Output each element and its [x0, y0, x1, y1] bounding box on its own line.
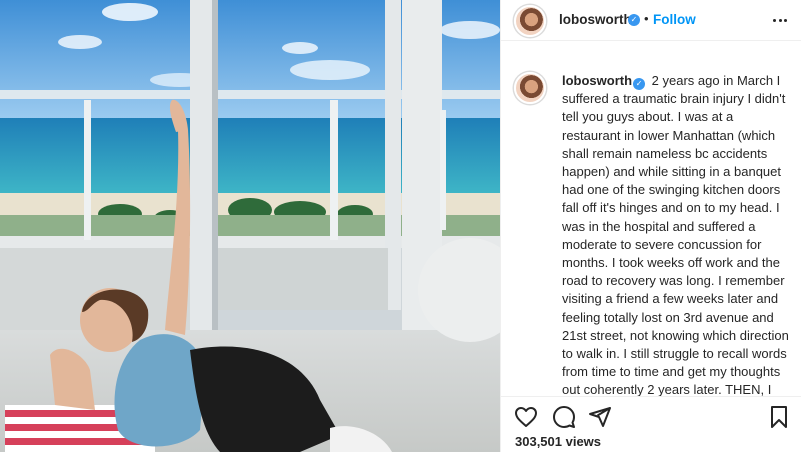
caption-author-avatar[interactable]: [514, 72, 546, 104]
post-header: lobosworth ✓ • Follow: [501, 0, 801, 41]
more-options-icon[interactable]: [773, 10, 787, 30]
caption-username[interactable]: lobosworth: [562, 73, 632, 88]
comments-section[interactable]: lobosworth ✓ 2 years ago in March I suffe…: [501, 42, 801, 396]
share-icon[interactable]: [588, 405, 612, 429]
header-separator: •: [644, 11, 649, 26]
verified-badge-icon: ✓: [628, 14, 640, 26]
heart-icon[interactable]: [514, 405, 538, 429]
view-count[interactable]: 303,501 views: [515, 434, 601, 449]
post-caption: lobosworth ✓ 2 years ago in March I suffe…: [562, 72, 790, 396]
caption-text: 2 years ago in March I suffered a trauma…: [562, 73, 789, 396]
video-frame: [0, 0, 500, 452]
bookmark-icon[interactable]: [767, 405, 791, 429]
post-media-video[interactable]: [0, 0, 500, 452]
author-username[interactable]: lobosworth: [559, 12, 632, 27]
follow-button[interactable]: Follow: [653, 12, 696, 27]
caption-verified-badge-icon: ✓: [633, 78, 646, 90]
post-actions-bar: 303,501 views: [501, 396, 801, 452]
author-avatar[interactable]: [514, 5, 546, 37]
post-side-panel: lobosworth ✓ • Follow lobosworth ✓ 2 year…: [500, 0, 801, 452]
comment-icon[interactable]: [552, 405, 576, 429]
